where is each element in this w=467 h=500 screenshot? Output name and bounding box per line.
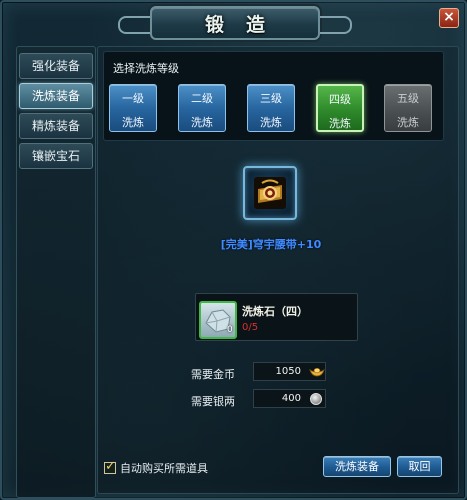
gold-cost-value: 1050 (275, 366, 301, 377)
level-3-line1: 三级 (260, 92, 282, 105)
silver-coin-icon (310, 393, 322, 405)
item-name: [完美]穹宇腰带+10 (220, 238, 322, 251)
level-1-button[interactable]: 一级 洗炼 (109, 84, 157, 132)
tab-inlay-gem[interactable]: 镶嵌宝石 (19, 143, 93, 169)
gold-cost-label: 需要金币 (191, 368, 235, 381)
material-name: 洗炼石（四） (242, 305, 308, 318)
level-2-line1: 二级 (191, 92, 213, 105)
level-5-line1: 五级 (397, 92, 419, 105)
close-icon: × (443, 9, 455, 25)
material-owned-count: 0/5 (242, 322, 259, 333)
tab-enhance[interactable]: 强化装备 (19, 53, 93, 79)
auto-buy-option[interactable]: 自动购买所需道具 (104, 459, 208, 476)
tab-refine[interactable]: 精炼装备 (19, 113, 93, 139)
belt-icon (254, 177, 286, 209)
auto-buy-label: 自动购买所需道具 (120, 462, 208, 475)
silver-cost-label: 需要银两 (191, 395, 235, 408)
window-title: 锻造 (204, 13, 287, 36)
level-3-button[interactable]: 三级 洗炼 (247, 84, 295, 132)
level-4-line2: 洗炼 (329, 117, 351, 130)
auto-buy-checkbox[interactable] (104, 459, 116, 474)
material-stack-count: 0 (227, 325, 233, 335)
level-4-line1: 四级 (329, 93, 351, 106)
level-3-line2: 洗炼 (260, 116, 282, 129)
title-plate: 锻造 (118, 6, 352, 40)
gold-ingot-icon (309, 367, 325, 377)
level-4-button[interactable]: 四级 洗炼 (316, 84, 364, 132)
level-1-line2: 洗炼 (122, 116, 144, 129)
level-2-button[interactable]: 二级 洗炼 (178, 84, 226, 132)
retrieve-button[interactable]: 取回 (397, 456, 442, 477)
level-5-button[interactable]: 五级 洗炼 (384, 84, 432, 132)
close-button[interactable]: × (439, 8, 459, 28)
tab-refine-wash[interactable]: 洗炼装备 (19, 83, 93, 109)
silver-cost-value: 400 (281, 393, 301, 404)
level-1-line1: 一级 (122, 92, 144, 105)
level-5-line2: 洗炼 (397, 116, 419, 129)
refine-equipment-button[interactable]: 洗炼装备 (323, 456, 391, 477)
equipment-slot[interactable] (243, 166, 297, 220)
level-label: 选择洗炼等级 (113, 62, 179, 75)
level-2-line2: 洗炼 (191, 116, 213, 129)
tab-column: 强化装备 洗炼装备 精炼装备 镶嵌宝石 (16, 46, 96, 498)
